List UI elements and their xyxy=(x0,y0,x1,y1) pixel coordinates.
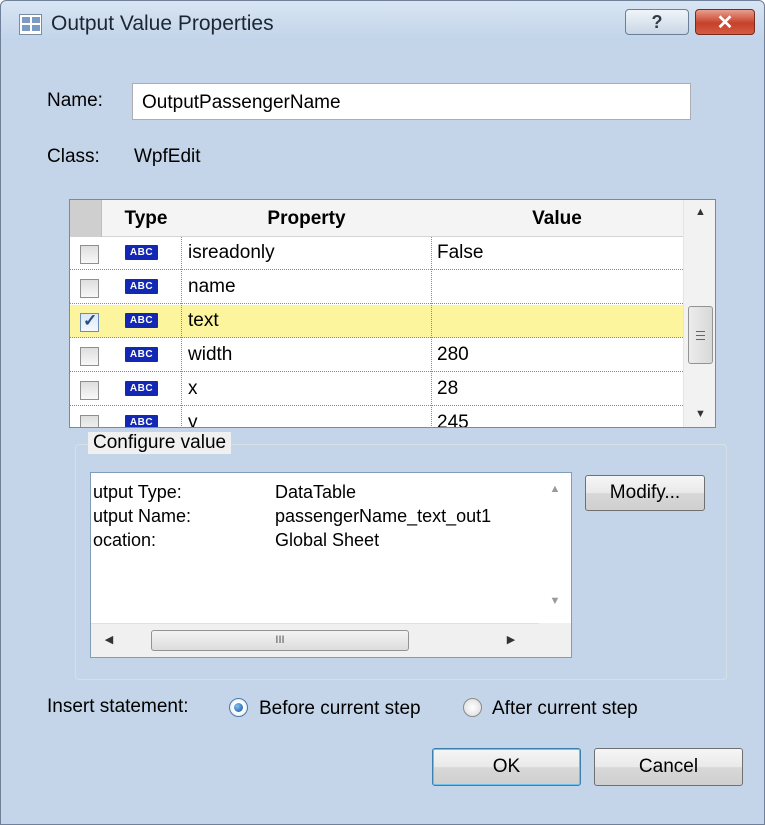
table-row[interactable]: ABC y 245 xyxy=(70,407,683,428)
scroll-right-arrow-icon[interactable]: ▶ xyxy=(501,633,521,646)
horizontal-scroll-thumb[interactable]: III xyxy=(151,630,409,651)
scrollbar-corner xyxy=(539,623,571,657)
title-bar[interactable]: Output Value Properties ? ✕ xyxy=(1,1,764,41)
configure-value-textbox[interactable]: utput Type: DataTable utput Name: passen… xyxy=(90,472,572,658)
scroll-down-arrow-icon[interactable]: ▼ xyxy=(684,408,715,420)
name-label: Name: xyxy=(47,90,103,111)
scroll-up-arrow-icon[interactable]: ▲ xyxy=(684,206,715,218)
table-scroll-thumb[interactable] xyxy=(688,306,713,364)
property-cell: text xyxy=(188,310,219,331)
table-row[interactable]: ABC x 28 xyxy=(70,373,683,406)
value-cell[interactable]: 28 xyxy=(437,378,458,400)
cancel-button[interactable]: Cancel xyxy=(594,748,743,786)
value-cell[interactable]: 280 xyxy=(437,344,469,366)
class-label: Class: xyxy=(47,146,100,167)
output-name-label: utput Name: xyxy=(93,506,192,526)
table-row-selected[interactable]: ✓ ABC text xyxy=(70,305,683,338)
modify-button[interactable]: Modify... xyxy=(585,475,705,511)
check-icon: ✓ xyxy=(83,311,98,330)
property-cell: x xyxy=(188,378,198,399)
table-vertical-scrollbar[interactable]: ▲ ▼ xyxy=(683,200,715,427)
location-value: Global Sheet xyxy=(275,530,380,550)
column-header-type[interactable]: Type xyxy=(110,208,182,230)
string-type-icon: ABC xyxy=(125,415,158,427)
column-header-value[interactable]: Value xyxy=(431,208,683,230)
after-current-step-radio[interactable] xyxy=(463,698,482,717)
scroll-up-arrow-icon[interactable]: ▲ xyxy=(539,483,571,495)
name-field[interactable]: OutputPassengerName xyxy=(132,83,691,120)
row-checkbox[interactable] xyxy=(80,415,99,427)
properties-grid-icon xyxy=(19,14,42,35)
row-checkbox[interactable] xyxy=(80,245,99,264)
table-row[interactable]: ABC name xyxy=(70,271,683,304)
string-type-icon: ABC xyxy=(125,279,158,294)
column-header-property[interactable]: Property xyxy=(182,208,431,230)
string-type-icon: ABC xyxy=(125,381,158,396)
textbox-horizontal-scrollbar[interactable]: ◀ III ▶ xyxy=(91,623,571,657)
textbox-vertical-scrollbar[interactable]: ▲ ▼ xyxy=(539,473,571,623)
radio-selected-dot-icon xyxy=(234,703,243,712)
close-icon: ✕ xyxy=(716,12,734,34)
class-value: WpfEdit xyxy=(134,146,201,167)
properties-table: Type Property Value ABC isreadonly False… xyxy=(69,199,716,428)
string-type-icon: ABC xyxy=(125,313,158,328)
select-all-header[interactable] xyxy=(70,200,102,237)
value-cell[interactable]: 245 xyxy=(437,412,469,427)
before-current-step-label[interactable]: Before current step xyxy=(259,698,421,720)
row-checkbox[interactable] xyxy=(80,347,99,366)
output-type-label: utput Type: xyxy=(93,482,182,502)
help-icon: ? xyxy=(651,12,663,32)
row-checkbox[interactable] xyxy=(80,381,99,400)
property-cell: width xyxy=(188,344,233,365)
value-cell[interactable]: False xyxy=(437,242,483,264)
ok-button[interactable]: OK xyxy=(432,748,581,786)
table-row[interactable]: ABC isreadonly False xyxy=(70,237,683,270)
before-current-step-radio[interactable] xyxy=(229,698,248,717)
close-button[interactable]: ✕ xyxy=(695,9,755,35)
help-button[interactable]: ? xyxy=(625,9,689,35)
scroll-left-arrow-icon[interactable]: ◀ xyxy=(99,633,119,646)
table-header: Type Property Value xyxy=(70,200,683,237)
row-checkbox-checked[interactable]: ✓ xyxy=(80,311,99,332)
string-type-icon: ABC xyxy=(125,347,158,362)
configure-value-title: Configure value xyxy=(88,432,232,454)
row-checkbox[interactable] xyxy=(80,279,99,298)
property-cell: isreadonly xyxy=(188,242,275,263)
table-row[interactable]: ABC width 280 xyxy=(70,339,683,372)
property-cell: name xyxy=(188,276,236,297)
location-label: ocation: xyxy=(93,530,157,550)
after-current-step-label[interactable]: After current step xyxy=(492,698,638,720)
property-cell: y xyxy=(188,412,198,428)
insert-statement-label: Insert statement: xyxy=(47,696,189,717)
scroll-down-arrow-icon[interactable]: ▼ xyxy=(539,595,571,607)
output-name-value: passengerName_text_out1 xyxy=(275,506,492,526)
string-type-icon: ABC xyxy=(125,245,158,260)
window-title: Output Value Properties xyxy=(51,12,274,35)
output-type-value: DataTable xyxy=(275,482,357,502)
